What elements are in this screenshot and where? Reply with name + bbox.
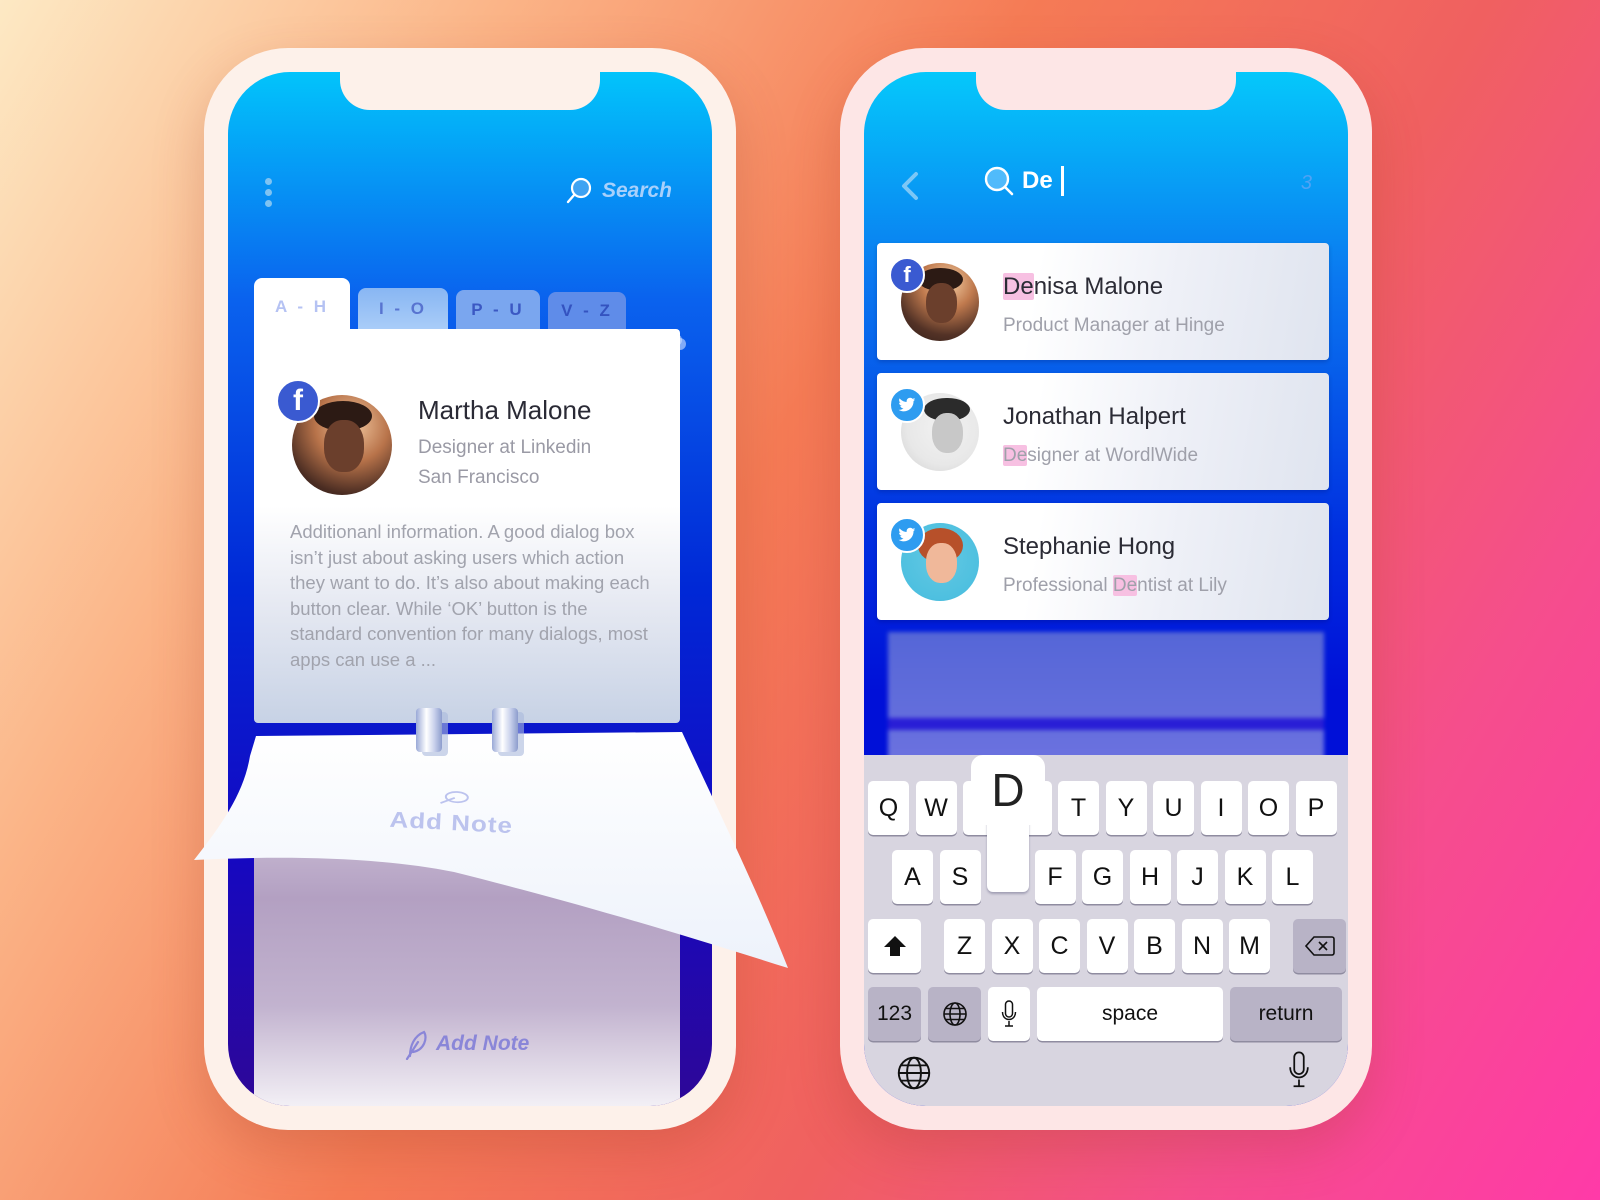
- tab-a-h[interactable]: A - H: [254, 278, 350, 330]
- search-results: f Denisa Malone Product Manager at Hinge…: [877, 243, 1329, 633]
- globe-icon: [897, 1056, 931, 1090]
- globe-key[interactable]: [928, 987, 981, 1041]
- search-button[interactable]: Search: [564, 176, 672, 206]
- text-caret: [1060, 166, 1064, 196]
- contact-name: Martha Malone: [418, 395, 592, 425]
- key-o[interactable]: O: [1248, 781, 1289, 835]
- result-name: Denisa Malone: [1003, 273, 1164, 300]
- keyboard: QWERTYUIOP ASDFGHJKL ZXCVBNM 123 space r…: [864, 755, 1348, 1106]
- key-b[interactable]: B: [1134, 919, 1175, 973]
- key-q[interactable]: Q: [868, 781, 909, 835]
- search-screen: De 3 f Denisa Malone Product Manager at …: [864, 72, 1348, 1106]
- chevron-left-icon: [902, 172, 918, 200]
- twitter-icon: [889, 387, 925, 423]
- result-item[interactable]: f Denisa Malone Product Manager at Hinge: [877, 243, 1329, 360]
- key-popup-d[interactable]: D: [971, 755, 1045, 892]
- key-j[interactable]: J: [1177, 850, 1218, 904]
- delete-key[interactable]: [1293, 919, 1346, 973]
- result-count: 3: [1300, 172, 1312, 194]
- tab-i-o[interactable]: I - O: [358, 288, 448, 330]
- phone-contact-card: Search A - H I - O P - U V - Z f Martha …: [204, 48, 736, 1130]
- keyboard-row: ZXCVBNM: [868, 919, 1348, 973]
- curl-add-note[interactable]: Add Note: [389, 787, 515, 839]
- contact-card-screen: Search A - H I - O P - U V - Z f Martha …: [228, 72, 712, 1106]
- key-u[interactable]: U: [1153, 781, 1194, 835]
- contact-description: Additionanl information. A good dialog b…: [290, 521, 650, 670]
- alphabet-tabs: A - H I - O P - U V - Z: [254, 278, 634, 330]
- search-icon: [984, 166, 1014, 196]
- result-item[interactable]: Stephanie Hong Professional Dentist at L…: [877, 503, 1329, 620]
- twitter-icon: [889, 517, 925, 553]
- key-l[interactable]: L: [1272, 850, 1313, 904]
- key-y[interactable]: Y: [1105, 781, 1147, 835]
- add-note-label: Add Note: [436, 1032, 530, 1055]
- binder-ring: [416, 708, 442, 752]
- key-c[interactable]: C: [1039, 919, 1080, 973]
- result-item[interactable]: Jonathan Halpert Designer at WordlWide: [877, 373, 1329, 490]
- phone-notch: [976, 72, 1236, 110]
- search-label: Search: [601, 179, 672, 202]
- feather-icon: [439, 791, 469, 804]
- tab-v-z[interactable]: V - Z: [548, 292, 626, 330]
- key-k[interactable]: K: [1224, 850, 1266, 904]
- key-v[interactable]: V: [1086, 919, 1128, 973]
- key-n[interactable]: N: [1181, 919, 1223, 973]
- globe-button[interactable]: [896, 1055, 932, 1096]
- backspace-icon: [1304, 936, 1335, 956]
- key-z[interactable]: Z: [944, 919, 985, 973]
- phone-search: De 3 f Denisa Malone Product Manager at …: [840, 48, 1372, 1130]
- microphone-icon: [1001, 1000, 1017, 1027]
- dictation-key[interactable]: [988, 987, 1030, 1041]
- result-name: Stephanie Hong: [1003, 533, 1176, 560]
- key-i[interactable]: I: [1200, 781, 1242, 835]
- keyboard-row: QWERTYUIOP: [868, 781, 1348, 835]
- result-title: Professional Dentist at Lily: [1003, 575, 1227, 596]
- phone-notch: [340, 72, 600, 110]
- globe-icon: [942, 1002, 967, 1026]
- microphone-icon: [1289, 1051, 1309, 1088]
- add-note-button[interactable]: Add Note: [404, 1028, 529, 1060]
- feather-icon: [405, 1030, 427, 1060]
- return-key[interactable]: return: [1230, 987, 1342, 1041]
- numbers-key[interactable]: 123: [868, 987, 921, 1041]
- back-button[interactable]: [898, 168, 922, 204]
- contact-card[interactable]: f Martha Malone Designer at Linkedin San…: [254, 329, 680, 723]
- result-title: Designer at WordlWide: [1003, 445, 1199, 466]
- facebook-icon: f: [276, 379, 320, 423]
- result-name: Jonathan Halpert: [1003, 403, 1186, 430]
- contact-location: San Francisco: [418, 467, 540, 488]
- keyboard-row: 123 space return: [868, 987, 1348, 1041]
- key-g[interactable]: G: [1082, 850, 1123, 904]
- key-w[interactable]: W: [915, 781, 957, 835]
- shift-key[interactable]: [868, 919, 921, 973]
- tab-p-u[interactable]: P - U: [456, 290, 540, 330]
- key-p[interactable]: P: [1295, 781, 1337, 835]
- key-h[interactable]: H: [1129, 850, 1171, 904]
- space-key[interactable]: space: [1037, 987, 1223, 1041]
- key-m[interactable]: M: [1229, 919, 1270, 973]
- keyboard-row: ASDFGHJKL: [892, 850, 1348, 904]
- search-query: De: [1022, 167, 1053, 194]
- search-icon: [566, 177, 592, 204]
- dictation-button[interactable]: [1288, 1051, 1310, 1094]
- pressed-key-label: D: [971, 755, 1045, 825]
- key-a[interactable]: A: [892, 850, 933, 904]
- search-input[interactable]: De: [982, 164, 1064, 198]
- shift-icon: [883, 936, 906, 956]
- key-x[interactable]: X: [991, 919, 1033, 973]
- binder-ring: [492, 708, 518, 752]
- key-t[interactable]: T: [1058, 781, 1099, 835]
- more-vertical-icon[interactable]: [262, 178, 274, 212]
- result-title: Product Manager at Hinge: [1003, 315, 1225, 336]
- facebook-icon: f: [889, 257, 925, 293]
- contact-title: Designer at Linkedin: [418, 437, 592, 458]
